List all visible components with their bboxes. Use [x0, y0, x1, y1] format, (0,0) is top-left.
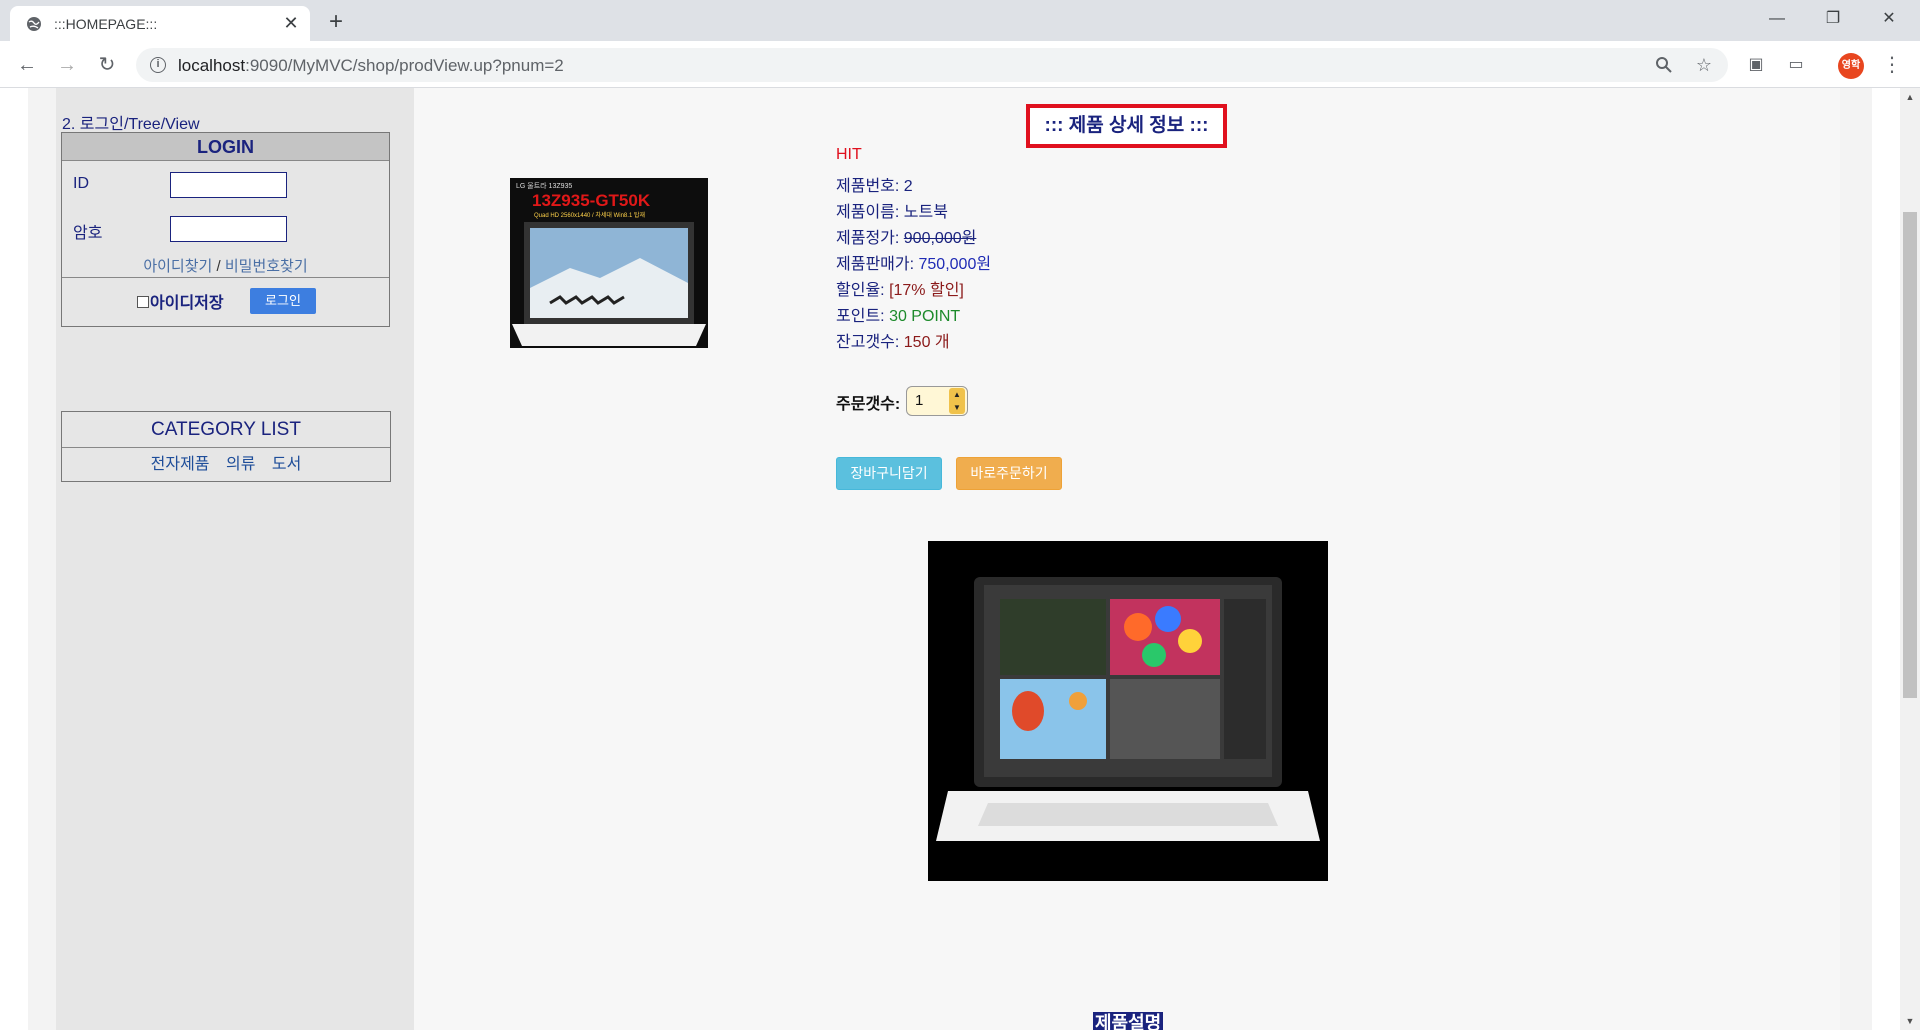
id-label: ID — [73, 175, 89, 192]
url-path: :9090/MyMVC/shop/prodView.up?pnum=2 — [245, 56, 564, 75]
stock-row: 잔고갯수: 150 개 — [836, 328, 950, 352]
pnum-row: 제품번호: 2 — [836, 172, 913, 196]
save-id-checkbox[interactable] — [137, 296, 149, 308]
category-item-clothing[interactable]: 의류 — [226, 456, 255, 473]
qty-spin-arrows-icon[interactable]: ▲ ▼ — [949, 388, 965, 414]
quantity-stepper[interactable]: 1 ▲ ▼ — [906, 386, 968, 416]
product-thumbnail: LG 울트라 13Z935 13Z935-GT50K Quad HD 2560x… — [510, 178, 708, 348]
discount-label: 할인율: — [836, 282, 885, 299]
globe-icon — [27, 17, 41, 31]
find-links: 아이디찾기 / 비밀번호찾기 — [62, 255, 389, 276]
extension-icon[interactable]: ▣ — [1744, 53, 1768, 77]
point-row: 포인트: 30 POINT — [836, 302, 960, 326]
stock-label: 잔고갯수: — [836, 334, 900, 351]
scroll-up-icon[interactable]: ▲ — [1900, 88, 1920, 106]
menu-icon[interactable]: ⋮ — [1882, 51, 1902, 79]
login-caption: 2. 로그인/Tree/View — [62, 116, 200, 133]
browser-toolbar: ← → ↻ i localhost:9090/MyMVC/shop/prodVi… — [0, 41, 1920, 88]
category-item-electronics[interactable]: 전자제품 — [151, 456, 210, 473]
name-label: 제품이름: — [836, 204, 900, 221]
order-now-button[interactable]: 바로주문하기 — [956, 457, 1062, 490]
point-value: 30 POINT — [889, 308, 961, 325]
product-description-label: 제품설명 — [1093, 1012, 1164, 1030]
find-separator: / — [216, 258, 221, 275]
add-to-cart-button[interactable]: 장바구니담기 — [836, 457, 942, 490]
profile-avatar[interactable]: 영학 — [1838, 53, 1864, 79]
thumb-spec-text: Quad HD 2560x1440 / 차세대 Win8.1 탑재 — [534, 211, 645, 219]
scroll-down-icon[interactable]: ▼ — [1900, 1012, 1920, 1030]
close-window-button[interactable]: ✕ — [1862, 0, 1916, 38]
name-value: 노트북 — [903, 204, 948, 221]
qty-label: 주문갯수: — [836, 396, 901, 413]
reload-icon[interactable]: ↻ — [92, 50, 122, 80]
pnum-value: 2 — [903, 178, 913, 195]
product-main-image-art — [928, 541, 1328, 881]
price-value: 900,000원 — [903, 230, 977, 247]
url-text[interactable]: localhost:9090/MyMVC/shop/prodView.up?pn… — [178, 56, 564, 76]
page-scrollbar[interactable]: ▲ ▼ — [1900, 88, 1920, 1030]
price-row: 제품정가: 900,000원 — [836, 224, 976, 248]
page-viewport: 2. 로그인/Tree/View LOGIN ID 암호 아이디찾기 / 비밀번… — [0, 88, 1900, 1030]
forward-arrow-icon[interactable]: → — [52, 50, 82, 80]
product-thumbnail-art: LG 울트라 13Z935 13Z935-GT50K Quad HD 2560x… — [510, 178, 708, 348]
page-title: ::: 제품 상세 정보 ::: — [1026, 104, 1227, 148]
page-margin-right — [1840, 88, 1872, 1030]
save-id-label[interactable]: 아이디저장 — [150, 289, 224, 313]
category-item-books[interactable]: 도서 — [272, 456, 301, 473]
info-icon[interactable]: i — [150, 57, 166, 73]
login-button[interactable]: 로그인 — [250, 288, 316, 314]
login-header: LOGIN — [62, 133, 389, 161]
discount-value: [17% 할인] — [889, 282, 964, 299]
browser-tab[interactable]: :::HOMEPAGE::: ✕ — [10, 6, 310, 41]
name-row: 제품이름: 노트북 — [836, 198, 948, 222]
find-pw-link[interactable]: 비밀번호찾기 — [225, 258, 308, 275]
scroll-thumb[interactable] — [1903, 212, 1917, 698]
pw-input[interactable] — [170, 216, 287, 242]
star-icon[interactable]: ☆ — [1692, 53, 1716, 77]
new-tab-button[interactable]: + — [322, 8, 350, 36]
discount-row: 할인율: [17% 할인] — [836, 276, 964, 300]
pw-label: 암호 — [73, 225, 103, 242]
minimize-button[interactable]: — — [1750, 0, 1804, 38]
qty-value[interactable]: 1 — [915, 392, 923, 409]
category-header: CATEGORY LIST — [62, 412, 390, 448]
saleprice-label: 제품판매가: — [836, 256, 915, 273]
back-arrow-icon[interactable]: ← — [12, 50, 42, 80]
zoom-icon[interactable] — [1652, 53, 1676, 77]
thumb-brand-text: LG 울트라 13Z935 — [516, 181, 572, 190]
login-action-row: 아이디저장 로그인 — [62, 277, 389, 326]
url-host: localhost — [178, 56, 246, 75]
find-id-link[interactable]: 아이디찾기 — [143, 258, 212, 275]
login-box: LOGIN ID 암호 아이디찾기 / 비밀번호찾기 아이디저장 로그인 — [61, 132, 390, 327]
spec-badge: HIT — [836, 146, 862, 163]
tab-title: :::HOMEPAGE::: — [54, 16, 158, 32]
product-main-image — [928, 541, 1328, 881]
tab-strip: :::HOMEPAGE::: ✕ + — ❐ ✕ — [0, 0, 1920, 41]
id-input[interactable] — [170, 172, 287, 198]
category-box: CATEGORY LIST 전자제품 의류 도서 — [61, 411, 391, 482]
page-margin-left — [28, 88, 56, 1030]
saleprice-row: 제품판매가: 750,000원 — [836, 250, 991, 274]
saleprice-value: 750,000원 — [918, 256, 992, 273]
category-items: 전자제품 의류 도서 — [62, 448, 390, 482]
pnum-label: 제품번호: — [836, 178, 900, 195]
thumb-model-text: 13Z935-GT50K — [532, 191, 651, 210]
cast-icon[interactable]: ▭ — [1784, 53, 1808, 77]
point-label: 포인트: — [836, 308, 885, 325]
stock-value: 150 개 — [903, 334, 950, 351]
restore-button[interactable]: ❐ — [1806, 0, 1860, 38]
address-bar[interactable]: i localhost:9090/MyMVC/shop/prodView.up?… — [136, 48, 1728, 82]
price-label: 제품정가: — [836, 230, 900, 247]
close-tab-icon[interactable]: ✕ — [280, 12, 302, 34]
